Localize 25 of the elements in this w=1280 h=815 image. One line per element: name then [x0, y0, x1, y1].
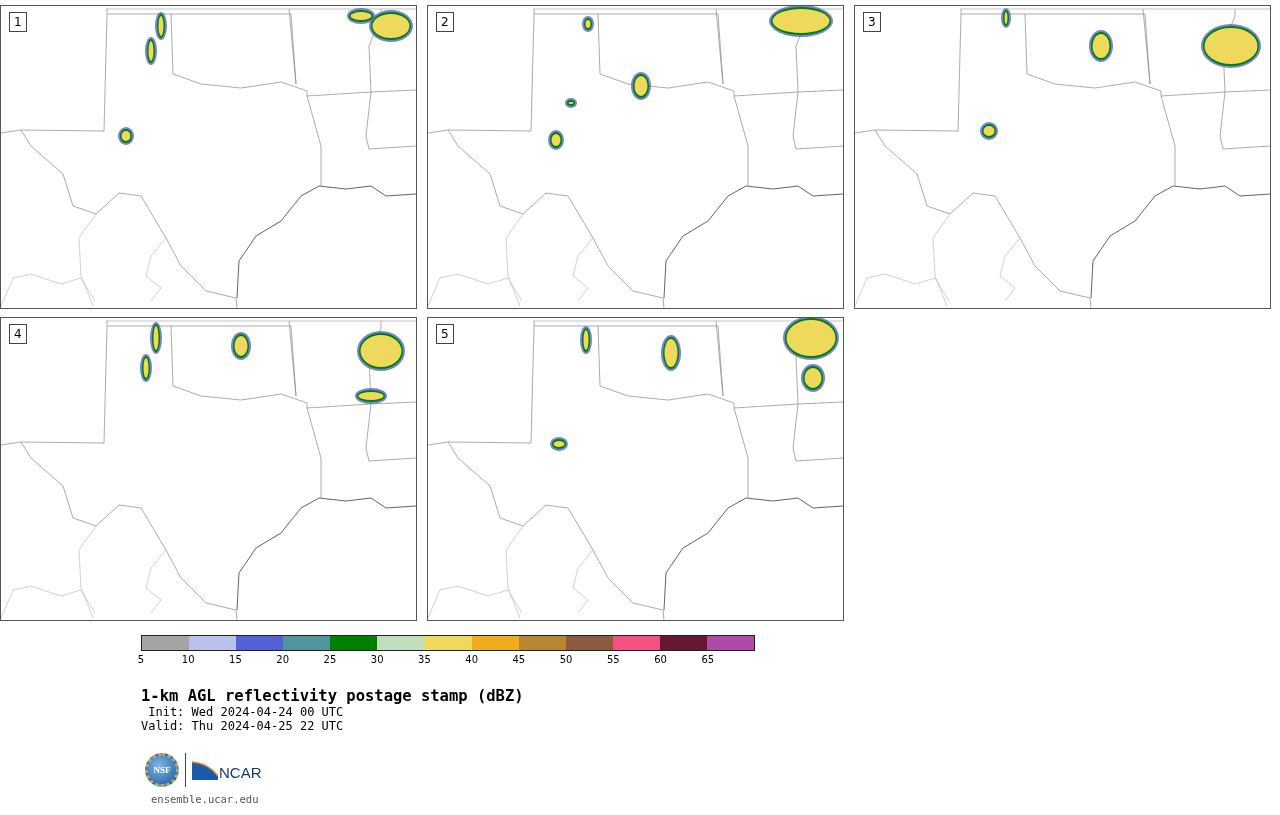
scale-tick-label: 15 [229, 654, 242, 665]
scale-tick-label: 20 [276, 654, 290, 665]
panel-number: 2 [436, 12, 454, 32]
nsf-logo: NSF [145, 753, 179, 787]
scale-tick-label: 5 [137, 654, 145, 665]
scale-tick-label: 45 [512, 654, 526, 665]
scale-tick-label: 10 [181, 654, 195, 665]
panel-number: 4 [9, 324, 27, 344]
ncar-logo-text: NCAR [219, 765, 262, 780]
panel-number: 3 [863, 12, 881, 32]
scale-tick-label: 30 [370, 654, 384, 665]
panel-number: 5 [436, 324, 454, 344]
scale-tick-label: 65 [701, 654, 715, 665]
ncar-swoosh-icon [192, 760, 218, 780]
scale-tick-label: 60 [654, 654, 667, 665]
scale-tick-label: 55 [607, 654, 620, 665]
valid-time: Valid: Thu 2024-04-25 22 UTC [141, 719, 345, 733]
panel-number: 1 [9, 12, 27, 32]
chart-title: 1-km AGL reflectivity postage stamp (dBZ) [141, 687, 525, 705]
scale-tick-label: 35 [418, 654, 431, 665]
scale-tick-label: 25 [323, 654, 337, 665]
scale-tick-label: 40 [465, 654, 478, 665]
website-address: ensemble.ucar.edu [151, 793, 260, 805]
init-time: Init: Wed 2024-04-24 00 UTC [147, 705, 345, 719]
scale-tick-label: 50 [559, 654, 573, 665]
